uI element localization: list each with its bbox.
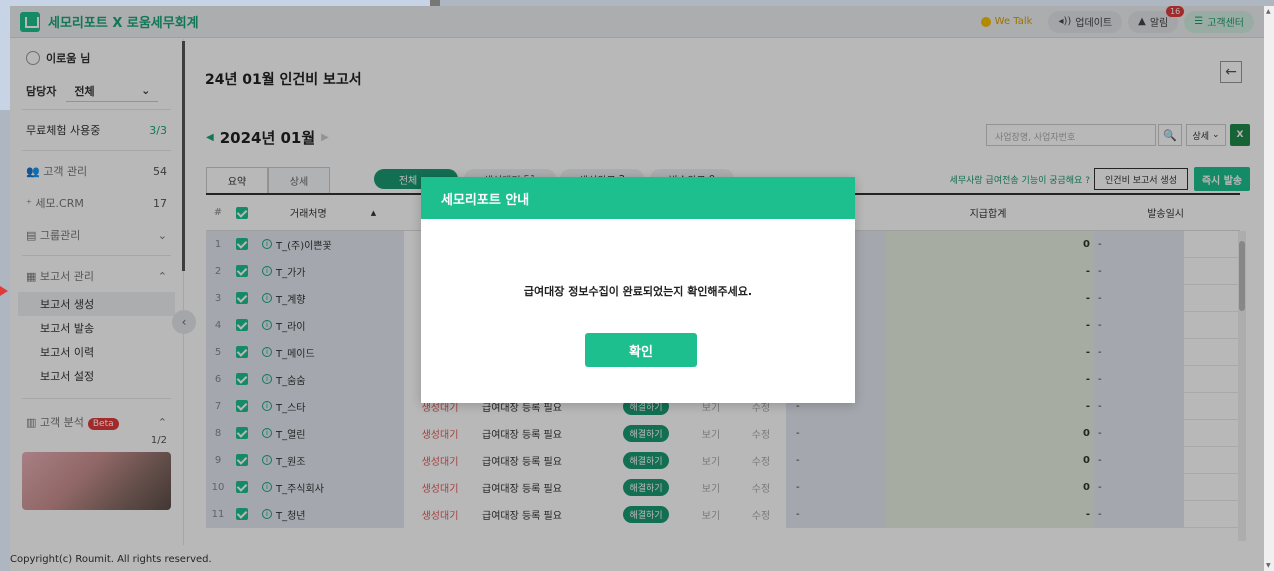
notice-modal: 세모리포트 안내 급여대장 정보수집이 완료되었는지 확인해주세요. 확인: [421, 177, 855, 403]
modal-message: 급여대장 정보수집이 완료되었는지 확인해주세요.: [523, 285, 753, 298]
modal-title: 세모리포트 안내: [421, 177, 855, 219]
pointer-arrow-icon: [0, 286, 8, 296]
page-scrollbar[interactable]: ▲ ▼: [1264, 6, 1274, 571]
scroll-down-icon[interactable]: ▼: [1266, 562, 1271, 569]
scroll-up-icon[interactable]: ▲: [1266, 8, 1271, 15]
confirm-button[interactable]: 확인: [585, 333, 697, 367]
